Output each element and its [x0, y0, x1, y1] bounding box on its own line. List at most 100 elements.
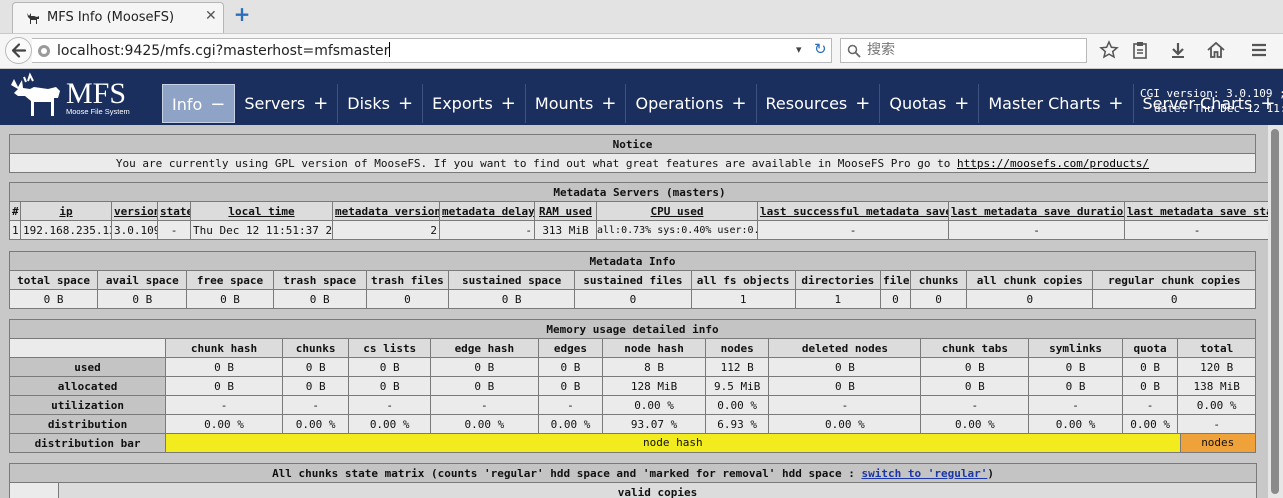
- mfs-header: MFS Moose File System Info − Servers + Dis…: [0, 69, 1283, 125]
- table-cell: 0 B: [1121, 357, 1179, 377]
- bookmark-star-icon[interactable]: [1099, 40, 1119, 60]
- col-state[interactable]: state: [157, 201, 191, 221]
- menu-resources-label: Resources: [765, 94, 848, 113]
- reload-icon[interactable]: ↻: [814, 40, 827, 58]
- table-cell: 0 B: [8, 289, 99, 309]
- browser-nav-bar: localhost:9425/mfs.cgi?masterhost=mfsmas…: [0, 33, 1283, 69]
- table-cell: 0 B: [920, 357, 1030, 377]
- cell-last-save-status: -: [1124, 220, 1268, 240]
- col-ram-used[interactable]: RAM used: [534, 201, 597, 221]
- clipboard-icon[interactable]: [1130, 40, 1150, 60]
- close-tab-icon[interactable]: ✕: [205, 8, 217, 24]
- row-label-allocated: allocated: [8, 376, 167, 396]
- table-cell: 0.00 %: [1121, 414, 1179, 434]
- table-cell: 0 B: [447, 289, 576, 309]
- table-cell: 0: [879, 289, 912, 309]
- chunks-matrix-title: All chunks state matrix (counts 'regular…: [8, 463, 1258, 483]
- cell-last-save-duration: -: [948, 220, 1125, 240]
- row-label-distribution-bar: distribution bar: [8, 433, 167, 453]
- table-cell: 0 B: [348, 357, 431, 377]
- distribution-bar-segment: nodes: [1179, 434, 1255, 452]
- col-last-save-duration[interactable]: last metadata save duration: [948, 201, 1125, 221]
- col-edge-hash: edge hash: [429, 338, 539, 358]
- memory-title: Memory usage detailed info: [9, 319, 1256, 339]
- url-text[interactable]: localhost:9425/mfs.cgi?masterhost=mfsmas…: [57, 42, 391, 59]
- scrollbar-thumb[interactable]: [1271, 129, 1279, 494]
- main-menu: Info − Servers + Disks + Exports + Mounts + O…: [162, 84, 1283, 123]
- menu-servers[interactable]: Servers +: [235, 84, 339, 123]
- switch-to-regular-link[interactable]: switch to 'regular': [861, 467, 987, 480]
- col-metadata-version[interactable]: metadata version: [332, 201, 440, 221]
- col-trash-space: trash space: [272, 270, 367, 290]
- table-cell: 138 MiB: [1177, 376, 1256, 396]
- col-ip[interactable]: ip: [20, 201, 112, 221]
- cgi-info: CGI version: 3.0.109 ; py date: Thu Dec …: [1140, 86, 1283, 116]
- col-local-time[interactable]: local time: [190, 201, 333, 221]
- menu-quotas[interactable]: Quotas +: [880, 84, 980, 123]
- distribution-bar-label: nodes: [1201, 436, 1235, 449]
- cell-metadata-delay: -: [439, 220, 535, 240]
- row-label-utilization: utilization: [8, 395, 167, 415]
- cell-last-save: -: [757, 220, 949, 240]
- search-input[interactable]: [867, 42, 1077, 58]
- col-last-save[interactable]: last successful metadata save: [757, 201, 949, 221]
- col-trash-files: trash files: [365, 270, 449, 290]
- home-icon[interactable]: [1206, 40, 1226, 60]
- masters-header-row: # ip version state local time metadata v…: [9, 201, 1268, 221]
- table-cell: 0 B: [165, 376, 283, 396]
- back-button[interactable]: [5, 37, 32, 64]
- back-arrow-icon: [11, 43, 27, 58]
- cell-version: 3.0.109: [111, 220, 158, 240]
- download-icon[interactable]: [1168, 40, 1188, 60]
- browser-tab-bar: MFS Info (MooseFS) ✕ +: [0, 0, 1283, 33]
- col-cs-lists: cs lists: [348, 338, 431, 358]
- plus-icon: +: [855, 93, 871, 114]
- col-free-space: free space: [186, 270, 274, 290]
- notice-title: Notice: [9, 134, 1256, 154]
- table-cell: 1: [794, 289, 881, 309]
- table-cell: -: [1121, 395, 1179, 415]
- table-cell: 120 B: [1177, 357, 1256, 377]
- menu-master-charts[interactable]: Master Charts +: [979, 84, 1134, 123]
- products-link[interactable]: https://moosefs.com/products/: [957, 157, 1149, 170]
- table-cell: 0 B: [186, 289, 274, 309]
- menu-mounts-label: Mounts: [534, 94, 594, 113]
- col-version[interactable]: version: [111, 201, 158, 221]
- table-cell: 0: [574, 289, 692, 309]
- table-cell: 0.00 %: [920, 414, 1030, 434]
- cell-metadata-version: 2: [332, 220, 440, 240]
- col-regular-chunk-copies: regular chunk copies: [1092, 270, 1256, 290]
- new-tab-icon[interactable]: +: [232, 4, 252, 24]
- menu-mounts[interactable]: Mounts +: [526, 84, 627, 123]
- url-dropdown-icon[interactable]: ▾: [796, 43, 802, 56]
- col-metadata-delay[interactable]: metadata delay: [439, 201, 535, 221]
- col-last-save-status[interactable]: last metadata save status: [1124, 201, 1268, 221]
- search-bar[interactable]: [840, 38, 1087, 63]
- col-cpu-used[interactable]: CPU used: [596, 201, 758, 221]
- table-cell: 0 B: [429, 376, 539, 396]
- metadata-info-header-row: total space avail space free space trash…: [8, 270, 1256, 290]
- menu-exports[interactable]: Exports +: [423, 84, 526, 123]
- browser-tab[interactable]: MFS Info (MooseFS) ✕: [12, 2, 224, 33]
- table-cell: 0 B: [1028, 376, 1123, 396]
- svg-text:Moose File System: Moose File System: [66, 107, 130, 116]
- col-avail-space: avail space: [97, 270, 188, 290]
- table-row: 1 192.168.235.134 3.0.109 - Thu Dec 12 1…: [9, 220, 1268, 240]
- table-cell: 0: [365, 289, 449, 309]
- hamburger-menu-icon[interactable]: [1249, 40, 1269, 60]
- menu-operations[interactable]: Operations +: [626, 84, 757, 123]
- col-chunk-tabs: chunk tabs: [920, 338, 1030, 358]
- menu-resources[interactable]: Resources +: [757, 84, 881, 123]
- memory-usage-table: Memory usage detailed info chunk hash ch…: [8, 319, 1256, 453]
- menu-info[interactable]: Info −: [162, 84, 236, 123]
- table-cell: -: [1028, 395, 1123, 415]
- table-cell: 0 B: [1028, 357, 1123, 377]
- table-cell: 0: [910, 289, 968, 309]
- row-label-used: used: [8, 357, 167, 377]
- menu-disks[interactable]: Disks +: [338, 84, 424, 123]
- vertical-scrollbar[interactable]: [1268, 125, 1283, 498]
- url-bar[interactable]: localhost:9425/mfs.cgi?masterhost=mfsmas…: [32, 38, 832, 63]
- menu-servers-label: Servers: [244, 94, 306, 113]
- menu-exports-label: Exports: [432, 94, 493, 113]
- col-directories: directories: [794, 270, 881, 290]
